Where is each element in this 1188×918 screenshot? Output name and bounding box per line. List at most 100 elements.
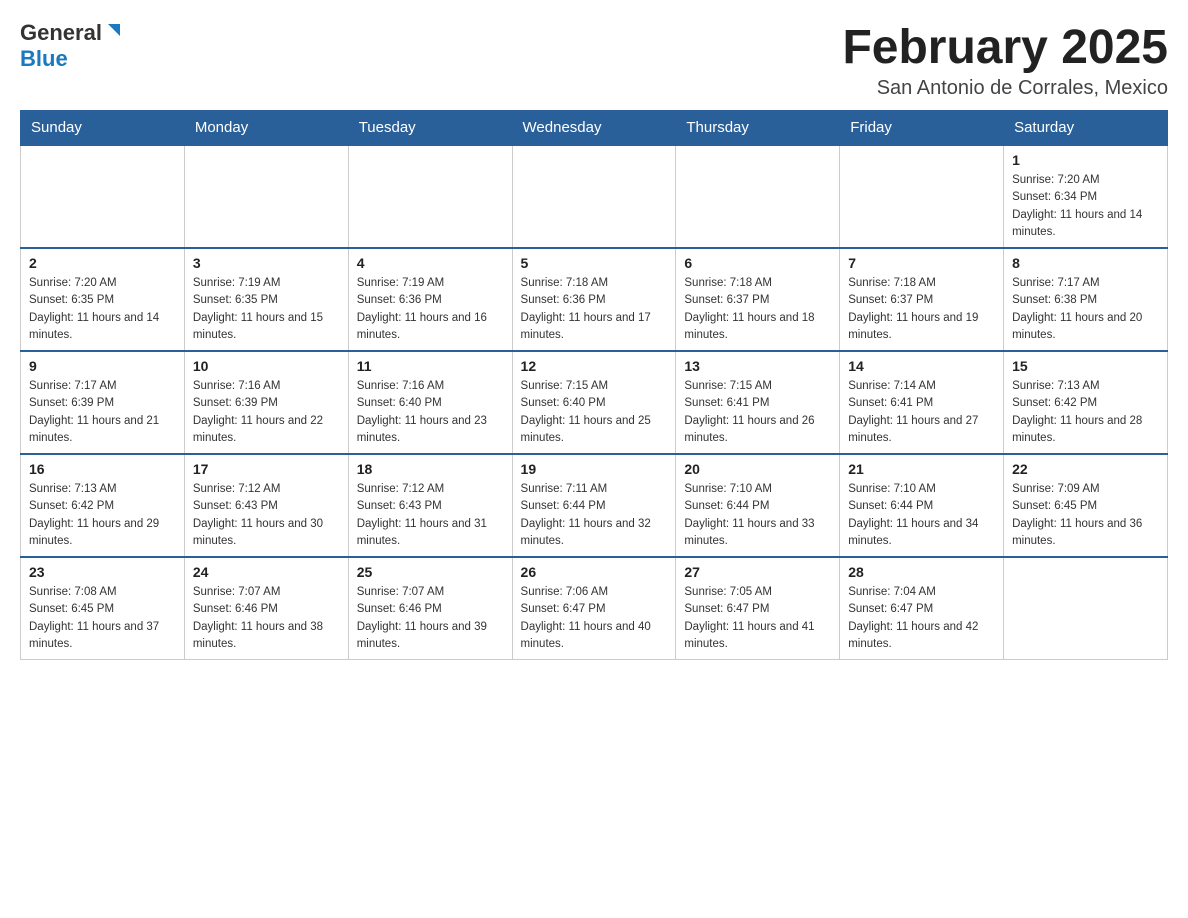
calendar-cell: 13 Sunrise: 7:15 AMSunset: 6:41 PMDayligh… xyxy=(676,351,840,454)
calendar-cell xyxy=(348,145,512,248)
day-number: 8 xyxy=(1012,255,1159,271)
calendar-cell: 5Sunrise: 7:18 AMSunset: 6:36 PMDaylight… xyxy=(512,248,676,351)
page-header: General Blue February 2025 San Antonio d… xyxy=(20,20,1168,100)
weekday-header-saturday: Saturday xyxy=(1004,111,1168,146)
day-info: Sunrise: 7:10 AMSunset: 6:44 PMDaylight:… xyxy=(848,481,995,550)
day-number: 10 xyxy=(193,358,340,374)
day-number: 23 xyxy=(29,564,176,580)
day-number: 7 xyxy=(848,255,995,271)
day-number: 2 xyxy=(29,255,176,271)
week-row-2: 2 Sunrise: 7:20 AMSunset: 6:35 PMDaylight… xyxy=(21,248,1168,351)
day-info: Sunrise: 7:19 AMSunset: 6:35 PMDaylight:… xyxy=(193,275,340,344)
calendar-cell: 9 Sunrise: 7:17 AMSunset: 6:39 PMDaylight… xyxy=(21,351,185,454)
calendar-cell: 7 Sunrise: 7:18 AMSunset: 6:37 PMDaylight… xyxy=(840,248,1004,351)
day-info: Sunrise: 7:19 AMSunset: 6:36 PMDaylight:… xyxy=(357,275,504,344)
calendar-cell xyxy=(676,145,840,248)
weekday-header-wednesday: Wednesday xyxy=(512,111,676,146)
day-info: Sunrise: 7:13 AMSunset: 6:42 PMDaylight:… xyxy=(1012,378,1159,447)
day-number: 5 xyxy=(521,255,668,271)
calendar-cell: 16 Sunrise: 7:13 AMSunset: 6:42 PMDayligh… xyxy=(21,454,185,557)
day-info: Sunrise: 7:18 AMSunset: 6:37 PMDaylight:… xyxy=(684,275,831,344)
calendar-cell: 22Sunrise: 7:09 AMSunset: 6:45 PMDayligh… xyxy=(1004,454,1168,557)
week-row-4: 16 Sunrise: 7:13 AMSunset: 6:42 PMDayligh… xyxy=(21,454,1168,557)
day-number: 9 xyxy=(29,358,176,374)
day-number: 26 xyxy=(521,564,668,580)
weekday-header-friday: Friday xyxy=(840,111,1004,146)
week-row-5: 23 Sunrise: 7:08 AMSunset: 6:45 PMDayligh… xyxy=(21,557,1168,660)
day-info: Sunrise: 7:16 AMSunset: 6:39 PMDaylight:… xyxy=(193,378,340,447)
day-info: Sunrise: 7:07 AMSunset: 6:46 PMDaylight:… xyxy=(357,584,504,653)
calendar-cell: 6 Sunrise: 7:18 AMSunset: 6:37 PMDaylight… xyxy=(676,248,840,351)
day-number: 21 xyxy=(848,461,995,477)
calendar-cell: 10 Sunrise: 7:16 AMSunset: 6:39 PMDayligh… xyxy=(184,351,348,454)
calendar-cell: 25 Sunrise: 7:07 AMSunset: 6:46 PMDayligh… xyxy=(348,557,512,660)
day-number: 27 xyxy=(684,564,831,580)
day-info: Sunrise: 7:04 AMSunset: 6:47 PMDaylight:… xyxy=(848,584,995,653)
day-number: 13 xyxy=(684,358,831,374)
day-number: 18 xyxy=(357,461,504,477)
calendar-cell: 21 Sunrise: 7:10 AMSunset: 6:44 PMDayligh… xyxy=(840,454,1004,557)
day-info: Sunrise: 7:12 AMSunset: 6:43 PMDaylight:… xyxy=(193,481,340,550)
calendar-cell: 11 Sunrise: 7:16 AMSunset: 6:40 PMDayligh… xyxy=(348,351,512,454)
week-row-3: 9 Sunrise: 7:17 AMSunset: 6:39 PMDaylight… xyxy=(21,351,1168,454)
day-number: 16 xyxy=(29,461,176,477)
day-info: Sunrise: 7:16 AMSunset: 6:40 PMDaylight:… xyxy=(357,378,504,447)
weekday-header-monday: Monday xyxy=(184,111,348,146)
day-number: 25 xyxy=(357,564,504,580)
logo: General Blue xyxy=(20,20,122,72)
logo-blue-text: Blue xyxy=(20,46,68,71)
day-number: 20 xyxy=(684,461,831,477)
calendar-header-row: SundayMondayTuesdayWednesdayThursdayFrid… xyxy=(21,111,1168,146)
day-info: Sunrise: 7:18 AMSunset: 6:37 PMDaylight:… xyxy=(848,275,995,344)
day-number: 14 xyxy=(848,358,995,374)
calendar-cell: 12Sunrise: 7:15 AMSunset: 6:40 PMDayligh… xyxy=(512,351,676,454)
weekday-header-tuesday: Tuesday xyxy=(348,111,512,146)
day-info: Sunrise: 7:08 AMSunset: 6:45 PMDaylight:… xyxy=(29,584,176,653)
calendar-cell: 19Sunrise: 7:11 AMSunset: 6:44 PMDayligh… xyxy=(512,454,676,557)
calendar-cell: 27 Sunrise: 7:05 AMSunset: 6:47 PMDayligh… xyxy=(676,557,840,660)
weekday-header-sunday: Sunday xyxy=(21,111,185,146)
day-info: Sunrise: 7:20 AMSunset: 6:35 PMDaylight:… xyxy=(29,275,176,344)
calendar-cell xyxy=(512,145,676,248)
day-number: 1 xyxy=(1012,152,1159,168)
logo-arrow-icon xyxy=(104,22,122,40)
day-info: Sunrise: 7:09 AMSunset: 6:45 PMDaylight:… xyxy=(1012,481,1159,550)
day-info: Sunrise: 7:13 AMSunset: 6:42 PMDaylight:… xyxy=(29,481,176,550)
day-info: Sunrise: 7:15 AMSunset: 6:41 PMDaylight:… xyxy=(684,378,831,447)
week-row-1: 1 Sunrise: 7:20 AMSunset: 6:34 PMDaylight… xyxy=(21,145,1168,248)
day-number: 12 xyxy=(521,358,668,374)
page-title: February 2025 xyxy=(842,20,1168,75)
day-info: Sunrise: 7:05 AMSunset: 6:47 PMDaylight:… xyxy=(684,584,831,653)
location-subtitle: San Antonio de Corrales, Mexico xyxy=(842,77,1168,100)
calendar-cell: 24Sunrise: 7:07 AMSunset: 6:46 PMDayligh… xyxy=(184,557,348,660)
calendar-cell: 28 Sunrise: 7:04 AMSunset: 6:47 PMDayligh… xyxy=(840,557,1004,660)
day-info: Sunrise: 7:17 AMSunset: 6:39 PMDaylight:… xyxy=(29,378,176,447)
logo-general-text: General xyxy=(20,20,102,46)
calendar-cell: 14Sunrise: 7:14 AMSunset: 6:41 PMDayligh… xyxy=(840,351,1004,454)
day-info: Sunrise: 7:11 AMSunset: 6:44 PMDaylight:… xyxy=(521,481,668,550)
calendar-cell: 2 Sunrise: 7:20 AMSunset: 6:35 PMDaylight… xyxy=(21,248,185,351)
day-info: Sunrise: 7:06 AMSunset: 6:47 PMDaylight:… xyxy=(521,584,668,653)
calendar-cell: 18 Sunrise: 7:12 AMSunset: 6:43 PMDayligh… xyxy=(348,454,512,557)
day-info: Sunrise: 7:20 AMSunset: 6:34 PMDaylight:… xyxy=(1012,172,1159,241)
calendar-cell xyxy=(1004,557,1168,660)
weekday-header-thursday: Thursday xyxy=(676,111,840,146)
day-number: 6 xyxy=(684,255,831,271)
day-info: Sunrise: 7:17 AMSunset: 6:38 PMDaylight:… xyxy=(1012,275,1159,344)
title-block: February 2025 San Antonio de Corrales, M… xyxy=(842,20,1168,100)
calendar-cell: 8 Sunrise: 7:17 AMSunset: 6:38 PMDaylight… xyxy=(1004,248,1168,351)
calendar-cell xyxy=(21,145,185,248)
day-number: 28 xyxy=(848,564,995,580)
calendar-cell: 4Sunrise: 7:19 AMSunset: 6:36 PMDaylight… xyxy=(348,248,512,351)
calendar-cell xyxy=(184,145,348,248)
day-info: Sunrise: 7:10 AMSunset: 6:44 PMDaylight:… xyxy=(684,481,831,550)
day-number: 15 xyxy=(1012,358,1159,374)
calendar-cell: 17Sunrise: 7:12 AMSunset: 6:43 PMDayligh… xyxy=(184,454,348,557)
day-info: Sunrise: 7:12 AMSunset: 6:43 PMDaylight:… xyxy=(357,481,504,550)
day-number: 24 xyxy=(193,564,340,580)
calendar-cell: 3Sunrise: 7:19 AMSunset: 6:35 PMDaylight… xyxy=(184,248,348,351)
calendar-cell: 26 Sunrise: 7:06 AMSunset: 6:47 PMDayligh… xyxy=(512,557,676,660)
calendar-cell: 1 Sunrise: 7:20 AMSunset: 6:34 PMDaylight… xyxy=(1004,145,1168,248)
calendar-cell xyxy=(840,145,1004,248)
day-number: 11 xyxy=(357,358,504,374)
